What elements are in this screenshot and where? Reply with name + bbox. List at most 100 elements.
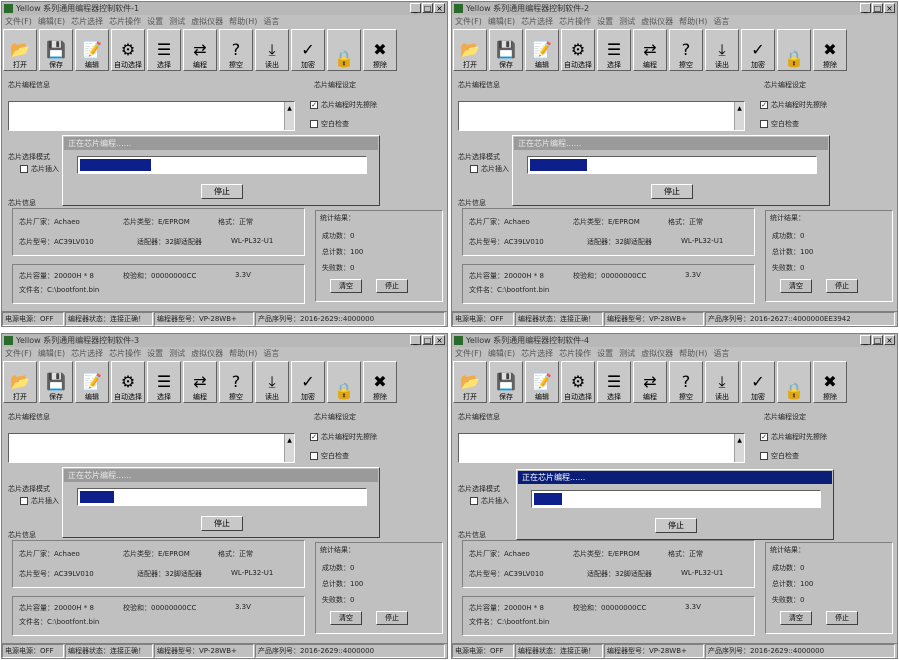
checkbox-box[interactable] xyxy=(310,452,318,460)
clear-button[interactable]: 清空 xyxy=(780,611,812,625)
menu-item[interactable]: 设置 xyxy=(147,348,163,360)
toolbar-button[interactable]: ☰ 选择 xyxy=(147,361,181,403)
menu-item[interactable]: 芯片选择 xyxy=(71,348,103,360)
checkbox-box[interactable]: ✓ xyxy=(760,101,768,109)
stop-button[interactable]: 停止 xyxy=(201,516,243,531)
menu-item[interactable]: 芯片操作 xyxy=(109,16,141,28)
stop-button[interactable]: 停止 xyxy=(201,184,243,199)
toolbar-button[interactable]: 🔒 xyxy=(327,361,361,403)
maximize-button[interactable]: □ xyxy=(422,3,433,13)
toolbar-button[interactable]: ⇄ 编程 xyxy=(633,29,667,71)
program-info-textbox[interactable]: ▲ xyxy=(8,433,295,463)
menu-item[interactable]: 语言 xyxy=(263,348,279,360)
menu-item[interactable]: 芯片选择 xyxy=(71,16,103,28)
maximize-button[interactable]: □ xyxy=(422,335,433,345)
maximize-button[interactable]: □ xyxy=(872,335,883,345)
toolbar-button[interactable]: ✓ 加密 xyxy=(291,29,325,71)
toolbar-button[interactable]: ✓ 加密 xyxy=(741,29,775,71)
menu-item[interactable]: 设置 xyxy=(147,16,163,28)
toolbar-button[interactable]: ⇄ 编程 xyxy=(183,361,217,403)
toolbar-button[interactable]: ☰ 选择 xyxy=(147,29,181,71)
checkbox-auto-insert[interactable]: 芯片插入 xyxy=(20,496,59,506)
program-info-textbox[interactable]: ▲ xyxy=(458,101,745,131)
close-button[interactable]: × xyxy=(434,3,445,13)
toolbar-button[interactable]: 📝 编辑 xyxy=(75,29,109,71)
checkbox-opt-blank_check[interactable]: 空白检查 xyxy=(310,119,349,129)
toolbar-button[interactable]: 📝 编辑 xyxy=(525,29,559,71)
checkbox-opt-blank_check[interactable]: 空白检查 xyxy=(760,451,799,461)
menu-item[interactable]: 语言 xyxy=(713,348,729,360)
close-button[interactable]: × xyxy=(434,335,445,345)
checkbox-opt-auto_erase[interactable]: ✓ 芯片编程时先擦除 xyxy=(310,432,377,442)
checkbox-opt-auto_erase[interactable]: ✓ 芯片编程时先擦除 xyxy=(310,100,377,110)
checkbox-opt-blank_check[interactable]: 空白检查 xyxy=(310,451,349,461)
window-titlebar[interactable]: Yellow 系列通用编程器控制软件-2 _ □ × xyxy=(452,2,897,15)
menu-item[interactable]: 帮助(H) xyxy=(229,348,257,360)
stop-stat-button[interactable]: 停止 xyxy=(376,279,408,293)
checkbox-box[interactable] xyxy=(470,165,478,173)
checkbox-box[interactable]: ✓ xyxy=(760,433,768,441)
toolbar-button[interactable]: 💾 保存 xyxy=(489,29,523,71)
menu-item[interactable]: 文件(F) xyxy=(5,348,32,360)
checkbox-opt-blank_check[interactable]: 空白检查 xyxy=(760,119,799,129)
menu-item[interactable]: 文件(F) xyxy=(455,348,482,360)
menu-item[interactable]: 编辑(E) xyxy=(38,348,65,360)
menu-item[interactable]: 设置 xyxy=(597,16,613,28)
checkbox-box[interactable] xyxy=(470,497,478,505)
vertical-scrollbar[interactable]: ▲ xyxy=(284,102,294,130)
menu-item[interactable]: 帮助(H) xyxy=(679,16,707,28)
program-info-textbox[interactable]: ▲ xyxy=(458,433,745,463)
toolbar-button[interactable]: ☰ 选择 xyxy=(597,29,631,71)
toolbar-button[interactable]: ✖ 擦除 xyxy=(363,361,397,403)
checkbox-box[interactable]: ✓ xyxy=(310,433,318,441)
menu-item[interactable]: 芯片操作 xyxy=(109,348,141,360)
stop-button[interactable]: 停止 xyxy=(651,184,693,199)
menu-item[interactable]: 虚拟仪器 xyxy=(191,16,223,28)
window-titlebar[interactable]: Yellow 系列通用编程器控制软件-4 _ □ × xyxy=(452,334,897,347)
toolbar-button[interactable]: 📂 打开 xyxy=(3,29,37,71)
toolbar-button[interactable]: ✖ 擦除 xyxy=(813,361,847,403)
checkbox-box[interactable] xyxy=(760,120,768,128)
stop-stat-button[interactable]: 停止 xyxy=(826,279,858,293)
clear-button[interactable]: 清空 xyxy=(780,279,812,293)
menu-item[interactable]: 虚拟仪器 xyxy=(191,348,223,360)
menu-item[interactable]: 编辑(E) xyxy=(488,348,515,360)
minimize-button[interactable]: _ xyxy=(410,3,421,13)
toolbar-button[interactable]: ⚙ 自动选择 xyxy=(111,361,145,403)
checkbox-opt-auto_erase[interactable]: ✓ 芯片编程时先擦除 xyxy=(760,432,827,442)
toolbar-button[interactable]: 📂 打开 xyxy=(453,361,487,403)
menu-item[interactable]: 设置 xyxy=(597,348,613,360)
checkbox-box[interactable] xyxy=(20,497,28,505)
menu-item[interactable]: 测试 xyxy=(169,16,185,28)
menu-item[interactable]: 测试 xyxy=(619,16,635,28)
menu-item[interactable]: 芯片选择 xyxy=(521,348,553,360)
vertical-scrollbar[interactable]: ▲ xyxy=(734,102,744,130)
menu-item[interactable]: 文件(F) xyxy=(5,16,32,28)
program-info-textbox[interactable]: ▲ xyxy=(8,101,295,131)
toolbar-button[interactable]: 💾 保存 xyxy=(39,29,73,71)
stop-stat-button[interactable]: 停止 xyxy=(826,611,858,625)
menu-item[interactable]: 芯片选择 xyxy=(521,16,553,28)
checkbox-box[interactable] xyxy=(310,120,318,128)
toolbar-button[interactable]: 📂 打开 xyxy=(453,29,487,71)
toolbar-button[interactable]: ⇄ 编程 xyxy=(633,361,667,403)
maximize-button[interactable]: □ xyxy=(872,3,883,13)
vertical-scrollbar[interactable]: ▲ xyxy=(734,434,744,462)
checkbox-auto-insert[interactable]: 芯片插入 xyxy=(20,164,59,174)
window-titlebar[interactable]: Yellow 系列通用编程器控制软件-1 _ □ × xyxy=(2,2,447,15)
checkbox-auto-insert[interactable]: 芯片插入 xyxy=(470,496,509,506)
menu-item[interactable]: 测试 xyxy=(169,348,185,360)
toolbar-button[interactable]: ☰ 选择 xyxy=(597,361,631,403)
menu-item[interactable]: 测试 xyxy=(619,348,635,360)
toolbar-button[interactable]: ⚙ 自动选择 xyxy=(561,29,595,71)
clear-button[interactable]: 清空 xyxy=(330,279,362,293)
minimize-button[interactable]: _ xyxy=(410,335,421,345)
menu-item[interactable]: 虚拟仪器 xyxy=(641,348,673,360)
toolbar-button[interactable]: ✖ 擦除 xyxy=(363,29,397,71)
checkbox-opt-auto_erase[interactable]: ✓ 芯片编程时先擦除 xyxy=(760,100,827,110)
checkbox-auto-insert[interactable]: 芯片插入 xyxy=(470,164,509,174)
toolbar-button[interactable]: 💾 保存 xyxy=(39,361,73,403)
stop-stat-button[interactable]: 停止 xyxy=(376,611,408,625)
clear-button[interactable]: 清空 xyxy=(330,611,362,625)
menu-item[interactable]: 语言 xyxy=(263,16,279,28)
